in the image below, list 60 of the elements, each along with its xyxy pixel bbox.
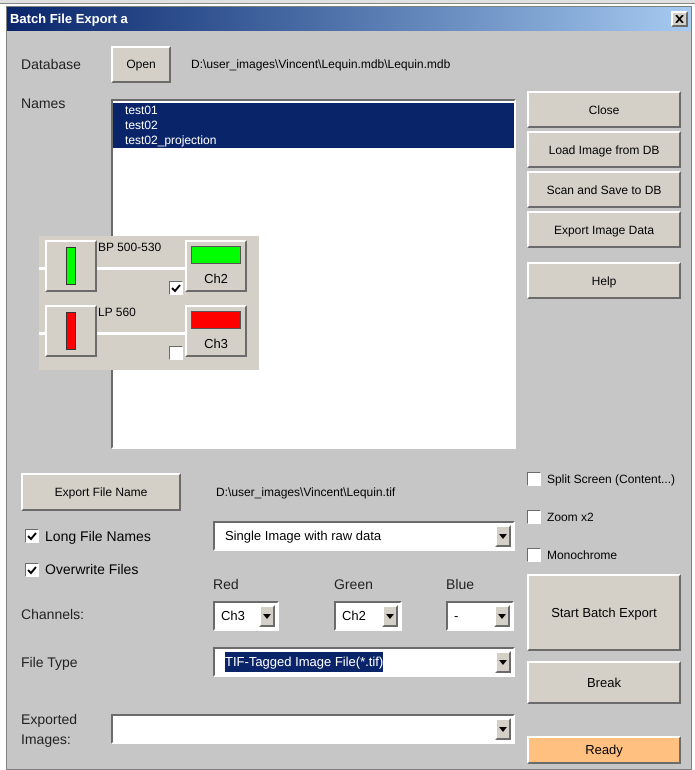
dropdown-arrow-button[interactable] <box>495 718 511 740</box>
dropdown-arrow-button[interactable] <box>259 605 275 627</box>
side-button[interactable]: Export Image Data <box>527 211 681 248</box>
dropdown[interactable]: Ch2 <box>334 601 402 631</box>
filter-slider-button[interactable] <box>45 305 97 357</box>
database-label: Database <box>21 54 82 74</box>
checkbox[interactable] <box>169 281 183 295</box>
dropdown-arrow-button[interactable] <box>495 651 511 673</box>
checkbox[interactable] <box>169 346 183 360</box>
caret-icon <box>499 726 507 732</box>
dropdown[interactable]: TIF-Tagged Image File(*.tif) <box>213 647 515 677</box>
checkbox-label: Zoom x2 <box>547 509 594 526</box>
side-button[interactable]: Load Image from DB <box>527 131 681 168</box>
dropdown[interactable]: Ch3 <box>213 601 279 631</box>
checkbox-label: Overwrite Files <box>45 560 138 579</box>
channel-label: Blue <box>446 576 474 592</box>
channel-label: Red <box>213 576 239 592</box>
checkbox[interactable] <box>527 472 541 486</box>
dropdown[interactable] <box>111 714 515 744</box>
checkbox[interactable] <box>25 529 39 543</box>
close-icon <box>675 15 684 23</box>
close-button[interactable] <box>671 11 688 27</box>
status-indicator: Ready <box>527 736 681 764</box>
channel-button[interactable]: Ch2 <box>185 240 247 292</box>
channel-label: Green <box>334 576 373 592</box>
checkbox-label: Monochrome <box>547 547 618 564</box>
side-button[interactable]: Help <box>527 262 681 299</box>
checkbox[interactable] <box>527 510 541 524</box>
list-item[interactable]: test02 <box>113 118 514 133</box>
channel-button[interactable]: Ch3 <box>185 305 247 357</box>
file-type-label: File Type <box>21 652 79 672</box>
open-button[interactable]: Open <box>111 46 171 82</box>
side-button[interactable]: Close <box>527 91 681 128</box>
window-title: Batch File Export a <box>10 10 128 28</box>
start-batch-export-button[interactable]: Start Batch Export <box>527 574 681 651</box>
checkbox[interactable] <box>527 548 541 562</box>
caret-icon <box>499 534 507 538</box>
dropdown-arrow-button[interactable] <box>494 605 510 627</box>
export-file-name-button[interactable]: Export File Name <box>21 473 181 511</box>
caret-icon <box>263 614 271 618</box>
database-path: D:\user_images\Vincent\Lequin.mdb\Lequin.mdb <box>191 56 450 73</box>
dropdown-arrow-button[interactable] <box>382 605 398 627</box>
list-item[interactable]: test01 <box>113 103 514 118</box>
break-button[interactable]: Break <box>527 661 681 704</box>
exported-images-label: Exported Images: <box>21 710 78 749</box>
list-item[interactable]: test02_projection <box>113 133 514 148</box>
caret-icon <box>386 614 394 618</box>
caret-icon <box>499 660 507 664</box>
names-label: Names <box>21 94 66 113</box>
filter-slider-button[interactable] <box>45 240 97 292</box>
dropdown-arrow-button[interactable] <box>495 525 511 547</box>
channels-label: Channels: <box>21 605 84 624</box>
checkbox[interactable] <box>25 562 39 576</box>
caret-icon <box>498 614 506 618</box>
dropdown[interactable]: Single Image with raw data <box>213 521 515 551</box>
checkbox-label: Long File Names <box>45 526 151 546</box>
export-path: D:\user_images\Vincent\Lequin.tif <box>216 484 396 501</box>
side-button[interactable]: Scan and Save to DB <box>527 171 681 208</box>
dropdown[interactable]: - <box>446 601 514 631</box>
checkbox-label: Split Screen (Content...) <box>547 471 676 488</box>
